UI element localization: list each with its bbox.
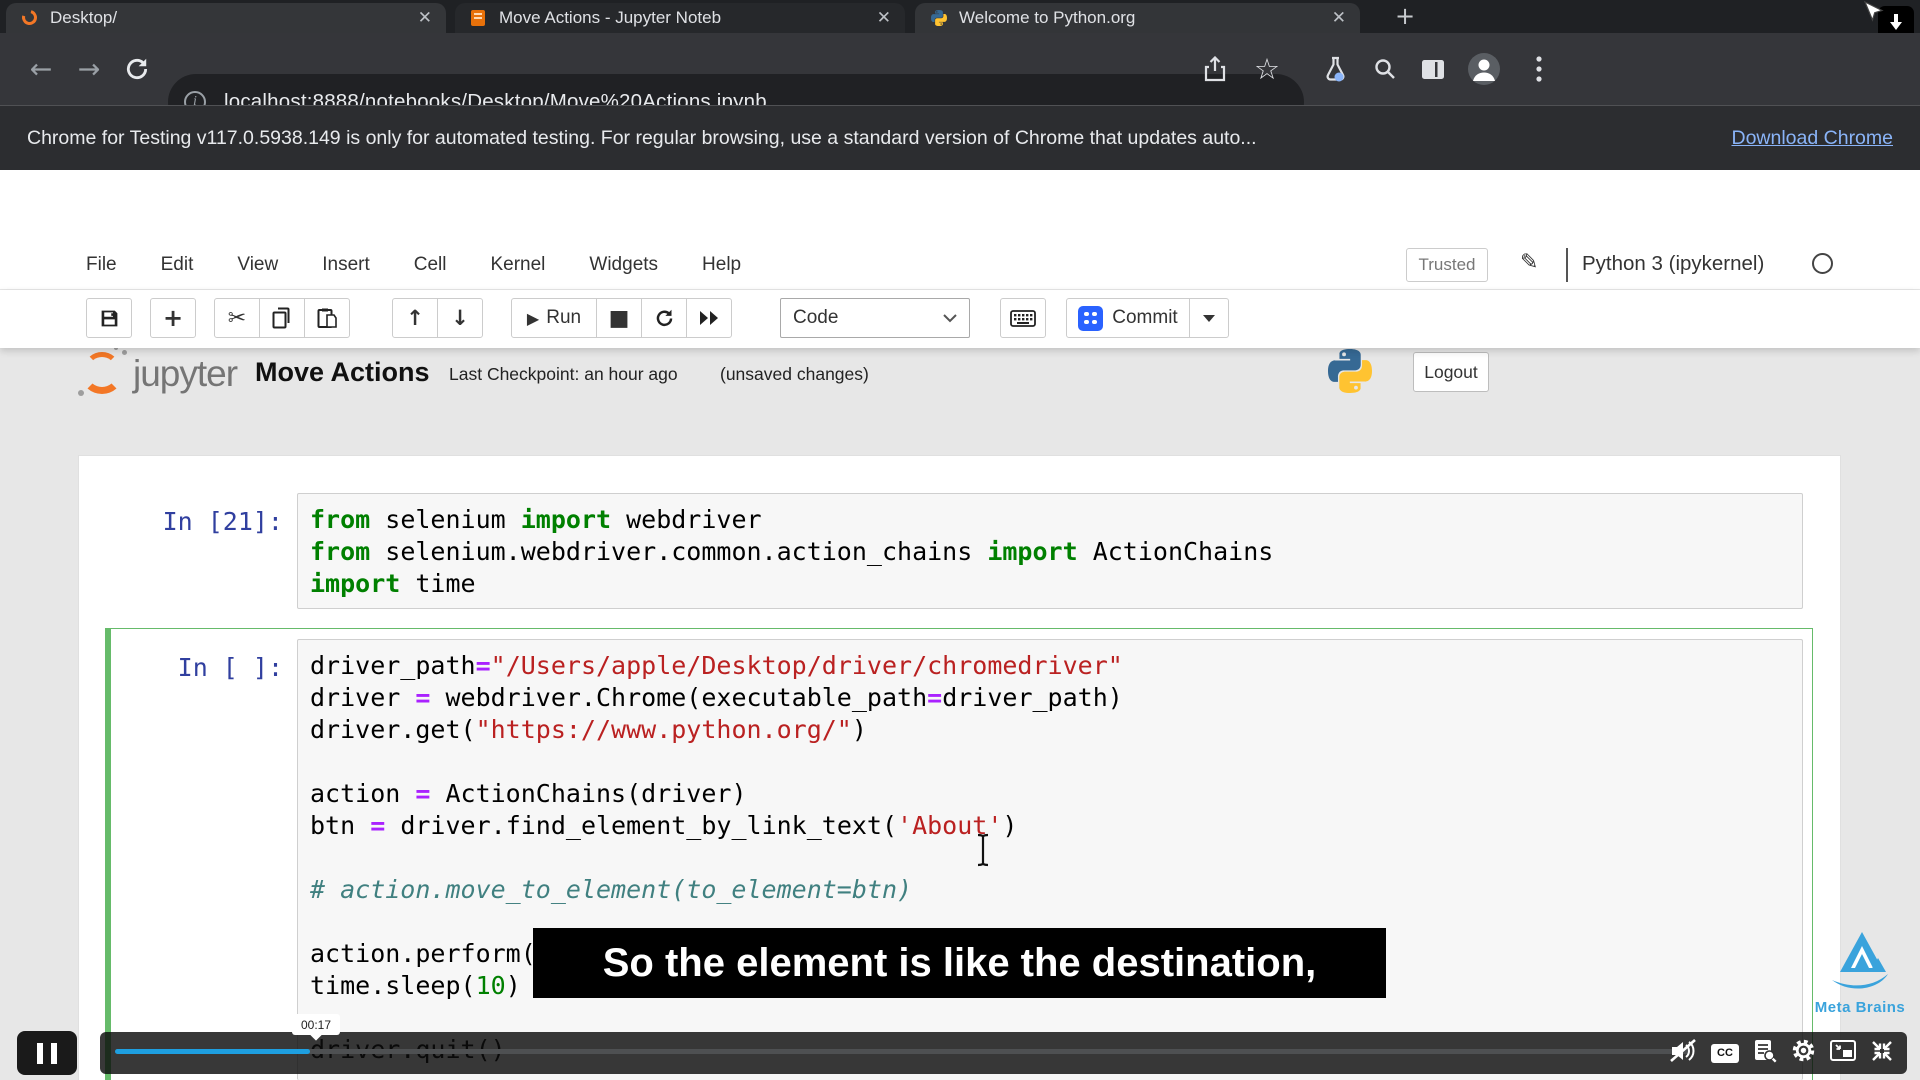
restart-run-all-button[interactable] [686, 298, 732, 338]
chrome-testing-banner: Chrome for Testing v117.0.5938.149 is on… [0, 105, 1920, 170]
cell-prompt: In [21]: [162, 507, 283, 536]
tab-title: Move Actions - Jupyter Noteb [499, 8, 722, 27]
tab-title: Desktop/ [50, 8, 118, 27]
jupyter-toolbar: + ✂ ↑ ↓ ▶ Run ■ Code Commit [0, 290, 1920, 348]
trusted-badge[interactable]: Trusted [1406, 248, 1488, 282]
copy-cells-button[interactable] [259, 298, 305, 338]
commit-button[interactable]: Commit [1066, 298, 1190, 338]
logout-button[interactable]: Logout [1413, 352, 1489, 392]
cell-type-select[interactable]: Code [780, 298, 970, 338]
tab-python-org[interactable]: Welcome to Python.org ✕ [915, 3, 1360, 33]
browser-toolbar: ← → i localhost:8888/notebooks/Desktop/M… [0, 33, 1920, 130]
menu-help[interactable]: Help [702, 254, 741, 276]
settings-gear-icon[interactable] [1791, 1038, 1816, 1068]
menu-widgets[interactable]: Widgets [589, 254, 658, 276]
captions-toggle[interactable]: CC [1711, 1043, 1739, 1063]
video-frame: Desktop/ ✕ Move Actions - Jupyter Noteb … [0, 0, 1920, 1080]
progress-track[interactable] [115, 1049, 1690, 1054]
paste-cells-button[interactable] [304, 298, 350, 338]
run-button[interactable]: ▶ Run [511, 298, 597, 338]
watermark-text: Meta Brains [1814, 999, 1906, 1016]
move-cell-up-button[interactable]: ↑ [392, 298, 438, 338]
mute-icon[interactable] [1670, 1038, 1697, 1068]
notebook-title[interactable]: Move Actions [255, 357, 430, 388]
close-icon[interactable]: ✕ [418, 8, 432, 28]
menu-insert[interactable]: Insert [322, 254, 370, 276]
pip-icon[interactable] [1830, 1040, 1856, 1066]
menu-view[interactable]: View [237, 254, 278, 276]
kernel-idle-indicator [1812, 253, 1833, 274]
restart-kernel-button[interactable] [641, 298, 687, 338]
chevron-down-icon [943, 313, 957, 322]
profile-avatar[interactable] [1458, 33, 1510, 105]
interrupt-kernel-button[interactable]: ■ [596, 298, 642, 338]
labs-flask-icon[interactable] [1312, 33, 1358, 105]
code-cell-input[interactable]: from selenium import webdriver from selen… [297, 493, 1803, 609]
jupyter-logo-text: jupyter [133, 353, 238, 394]
kernel-name: Python 3 (ipykernel) [1582, 252, 1765, 275]
edit-title-pencil-icon[interactable]: ✎ [1520, 250, 1538, 275]
side-panel-icon[interactable] [1410, 33, 1456, 105]
notebook-favicon [471, 10, 487, 26]
forward-icon[interactable]: → [66, 33, 112, 105]
add-cell-button[interactable]: + [150, 298, 196, 338]
jupyter-logo-icon[interactable] [76, 346, 130, 398]
jupyter-favicon [19, 7, 40, 28]
move-cell-down-button[interactable]: ↓ [437, 298, 483, 338]
caret-down-icon [1203, 314, 1215, 322]
mouse-cursor [1862, 0, 1884, 31]
download-icon [1890, 14, 1902, 30]
menu-file[interactable]: File [86, 254, 117, 276]
tab-move-actions[interactable]: Move Actions - Jupyter Noteb ✕ [455, 3, 905, 33]
download-chrome-link[interactable]: Download Chrome [1732, 127, 1894, 150]
save-button[interactable] [86, 298, 132, 338]
text-cursor-ibeam [975, 833, 991, 872]
jupyter-header: jupyter Move Actions Last Checkpoint: an… [0, 170, 1920, 396]
video-caption: So the element is like the destination, [533, 928, 1386, 998]
reload-icon[interactable] [114, 33, 160, 105]
progress-played [115, 1049, 311, 1054]
jupyter-menubar: File Edit View Insert Cell Kernel Widget… [0, 240, 1920, 290]
bookmark-star-icon[interactable]: ☆ [1244, 33, 1290, 105]
close-icon[interactable]: ✕ [877, 8, 891, 28]
divider [1566, 248, 1568, 282]
watermark: Meta Brains [1800, 930, 1920, 1016]
exit-fullscreen-icon[interactable] [1870, 1039, 1894, 1068]
time-tooltip: 00:17 [292, 1014, 340, 1035]
checkpoint-status: Last Checkpoint: an hour ago [449, 364, 678, 384]
code-cell-input[interactable]: driver_path="/Users/apple/Desktop/driver… [297, 639, 1803, 1080]
menu-kernel[interactable]: Kernel [490, 254, 545, 276]
menu-cell[interactable]: Cell [414, 254, 447, 276]
commit-icon [1078, 305, 1104, 331]
browser-menu-dots-icon[interactable] [1516, 33, 1562, 105]
cell-prompt: In [ ]: [177, 653, 283, 682]
commit-dropdown-button[interactable] [1189, 298, 1229, 338]
unsaved-status: (unsaved changes) [720, 364, 869, 384]
new-tab-button[interactable]: + [1390, 2, 1420, 32]
browser-tabstrip: Desktop/ ✕ Move Actions - Jupyter Noteb … [0, 0, 1920, 40]
tab-desktop[interactable]: Desktop/ ✕ [6, 3, 446, 33]
close-icon[interactable]: ✕ [1332, 8, 1346, 28]
cut-cells-button[interactable]: ✂ [214, 298, 260, 338]
share-icon[interactable] [1192, 33, 1238, 105]
transcript-icon[interactable] [1753, 1039, 1777, 1068]
command-palette-button[interactable] [1000, 298, 1046, 338]
meta-brains-logo [1832, 932, 1888, 989]
tab-title: Welcome to Python.org [959, 8, 1136, 27]
back-icon[interactable]: ← [18, 33, 64, 105]
search-icon[interactable] [1362, 33, 1408, 105]
python-favicon [931, 10, 947, 26]
player-bar: CC [100, 1032, 1907, 1074]
python-kernel-logo [1328, 349, 1372, 398]
menu-edit[interactable]: Edit [161, 254, 194, 276]
pause-button[interactable] [17, 1031, 77, 1075]
play-icon: ▶ [526, 308, 540, 328]
banner-text: Chrome for Testing v117.0.5938.149 is on… [27, 126, 1257, 149]
